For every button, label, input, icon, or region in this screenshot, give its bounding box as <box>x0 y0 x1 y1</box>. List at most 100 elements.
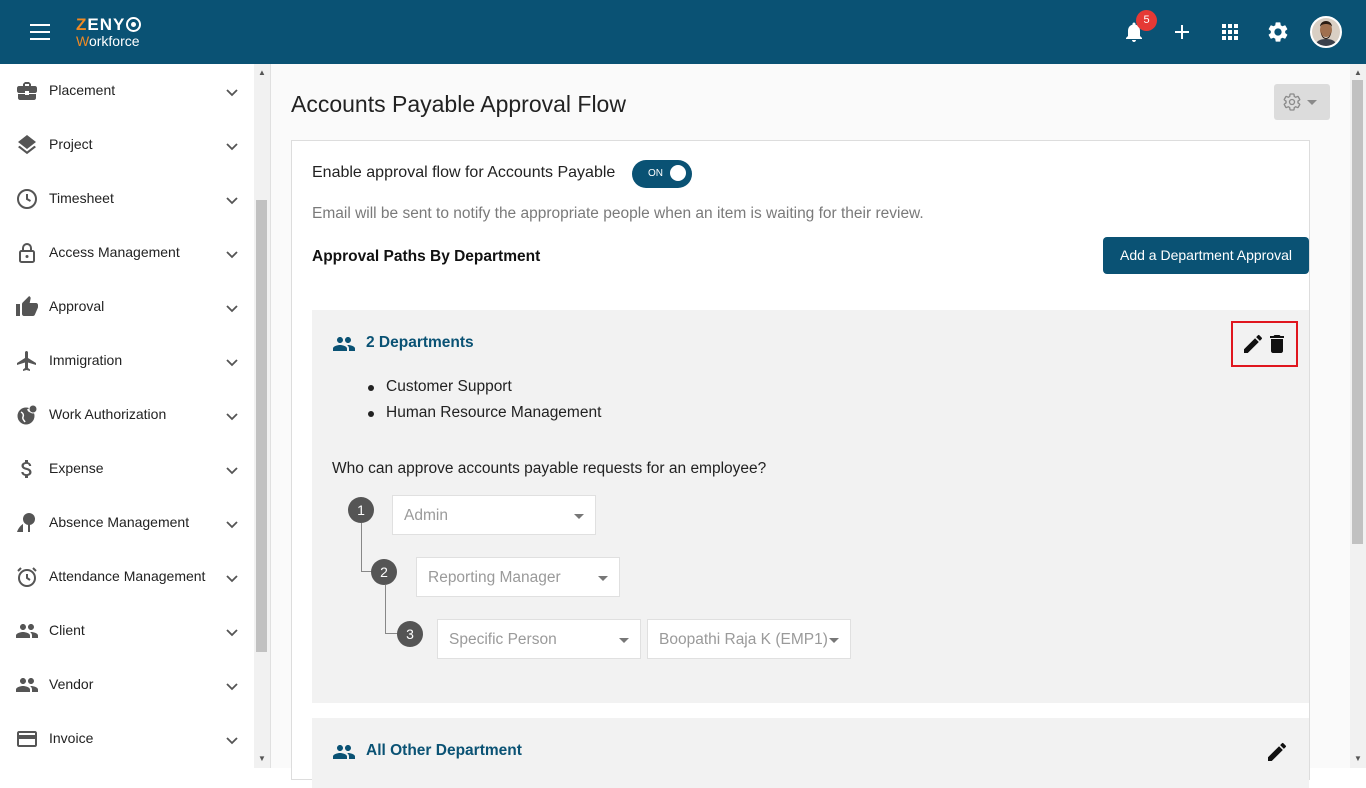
department-group-heading[interactable]: 2 Departments <box>366 334 474 352</box>
sidebar-item-label: Client <box>49 622 85 638</box>
step-number: 3 <box>397 621 423 647</box>
approver-select-1[interactable]: Admin <box>392 495 596 535</box>
approver-select-3[interactable]: Specific Person <box>437 619 641 659</box>
sidebar-item-placement[interactable]: Placement <box>0 64 254 118</box>
airplane-icon <box>15 349 39 373</box>
edit-icon[interactable] <box>1241 332 1265 356</box>
people-icon <box>332 332 356 356</box>
sidebar-item-access-management[interactable]: Access Management <box>0 226 254 280</box>
step-number: 1 <box>348 497 374 523</box>
layers-icon <box>15 133 39 157</box>
sidebar-item-client[interactable]: Client <box>0 604 254 658</box>
department-list: Customer Support Human Resource Manageme… <box>366 378 601 430</box>
sidebar-item-label: Invoice <box>49 730 94 746</box>
caret-down-icon <box>619 638 629 643</box>
specific-person-select[interactable]: Boopathi Raja K (EMP1) <box>647 619 851 659</box>
sidebar-item-label: Expense <box>49 460 104 476</box>
sidebar-item-label: Project <box>49 136 93 152</box>
sidebar-scrollbar-thumb[interactable] <box>256 200 267 652</box>
sidebar-item-immigration[interactable]: Immigration <box>0 334 254 388</box>
add-department-approval-button[interactable]: Add a Department Approval <box>1103 237 1309 274</box>
scroll-up-icon[interactable]: ▲ <box>1353 68 1363 78</box>
beach-icon <box>15 511 39 535</box>
sidebar-item-label: Immigration <box>49 352 123 368</box>
approval-flow-card: Enable approval flow for Accounts Payabl… <box>291 140 1310 788</box>
list-item: Customer Support <box>366 378 601 404</box>
step-number: 2 <box>371 559 397 585</box>
chevron-down-icon <box>224 678 240 694</box>
department-group-card: All Other Department <box>312 718 1309 788</box>
caret-down-icon <box>598 576 608 581</box>
sidebar-item-label: Placement <box>49 82 116 98</box>
sidebar-item-label: Work Authorization <box>49 406 167 422</box>
email-note: Email will be sent to notify the appropr… <box>312 205 924 222</box>
notification-badge: 5 <box>1136 10 1157 31</box>
select-value: Reporting Manager <box>428 569 561 586</box>
sidebar-item-approval[interactable]: Approval <box>0 280 254 334</box>
scroll-down-icon[interactable]: ▼ <box>257 754 267 764</box>
main-content: Accounts Payable Approval Flow Enable ap… <box>270 64 1350 788</box>
section-title: Approval Paths By Department <box>312 248 541 265</box>
main-scrollbar-thumb[interactable] <box>1352 80 1363 544</box>
settings-dropdown-button[interactable] <box>1274 84 1330 120</box>
select-value: Boopathi Raja K (EMP1) <box>659 631 828 648</box>
gear-icon[interactable] <box>1266 20 1290 44</box>
toggle-label: ON <box>648 168 663 179</box>
sidebar-item-label: Attendance Management <box>49 568 206 584</box>
clock-icon <box>15 187 39 211</box>
chevron-down-icon <box>224 570 240 586</box>
sidebar-item-vendor[interactable]: Vendor <box>0 658 254 712</box>
sidebar-item-label: Absence Management <box>49 514 190 530</box>
sidebar-item-label: Timesheet <box>49 190 114 206</box>
enable-label: Enable approval flow for Accounts Payabl… <box>312 164 616 181</box>
sidebar-item-work-authorization[interactable]: Work Authorization <box>0 388 254 442</box>
delete-icon[interactable] <box>1265 332 1289 356</box>
sidebar-item-expense[interactable]: Expense <box>0 442 254 496</box>
sidebar-item-project[interactable]: Project <box>0 118 254 172</box>
chevron-down-icon <box>224 732 240 748</box>
gear-icon <box>1283 93 1301 111</box>
menu-icon[interactable] <box>30 24 50 40</box>
globe-icon <box>15 403 39 427</box>
chevron-down-icon <box>224 408 240 424</box>
caret-down-icon <box>1307 100 1317 105</box>
chevron-down-icon <box>224 192 240 208</box>
chevron-down-icon <box>224 300 240 316</box>
logo[interactable]: Z ENY Workforce <box>76 16 142 48</box>
chevron-down-icon <box>224 246 240 262</box>
chevron-down-icon <box>224 138 240 154</box>
sidebar-item-absence-management[interactable]: Absence Management <box>0 496 254 550</box>
page-title: Accounts Payable Approval Flow <box>291 91 626 117</box>
department-group-heading[interactable]: All Other Department <box>366 742 522 760</box>
edit-icon[interactable] <box>1265 740 1289 764</box>
people-icon <box>15 673 39 697</box>
select-value: Specific Person <box>449 631 557 648</box>
select-value: Admin <box>404 507 448 524</box>
sidebar-item-invoice[interactable]: Invoice <box>0 712 254 766</box>
people-icon <box>332 740 356 764</box>
thumbs-up-icon <box>15 295 39 319</box>
scroll-up-icon[interactable]: ▲ <box>257 68 267 78</box>
sidebar: Placement Project Timesheet Access Manag… <box>0 64 254 768</box>
sidebar-item-attendance-management[interactable]: Attendance Management <box>0 550 254 604</box>
lock-icon <box>15 241 39 265</box>
scroll-down-icon[interactable]: ▼ <box>1353 754 1363 764</box>
caret-down-icon <box>574 514 584 519</box>
toggle-knob <box>670 165 686 181</box>
people-icon <box>15 619 39 643</box>
chevron-down-icon <box>224 354 240 370</box>
sidebar-item-timesheet[interactable]: Timesheet <box>0 172 254 226</box>
chevron-down-icon <box>224 624 240 640</box>
avatar[interactable] <box>1310 16 1342 48</box>
approver-select-2[interactable]: Reporting Manager <box>416 557 620 597</box>
apps-grid-icon[interactable] <box>1218 20 1242 44</box>
alarm-icon <box>15 565 39 589</box>
plus-icon[interactable] <box>1170 20 1194 44</box>
list-item: Human Resource Management <box>366 404 601 430</box>
dollar-icon <box>15 457 39 481</box>
top-bar: Z ENY Workforce 5 <box>0 0 1366 64</box>
chevron-down-icon <box>224 84 240 100</box>
approver-question: Who can approve accounts payable request… <box>332 460 767 477</box>
step-connector <box>385 585 398 634</box>
approval-flow-toggle[interactable]: ON <box>632 160 692 188</box>
